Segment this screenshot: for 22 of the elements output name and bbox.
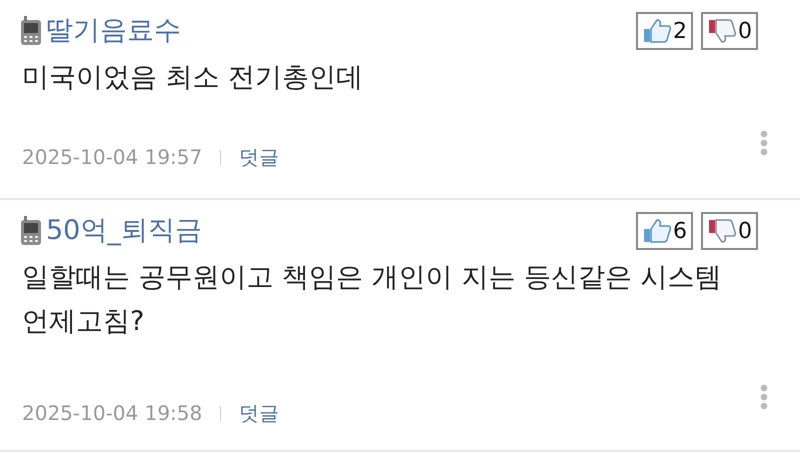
more-button[interactable] — [758, 382, 770, 412]
like-button[interactable]: 2 — [636, 12, 693, 50]
thumbs-up-icon — [642, 18, 672, 44]
reply-link[interactable]: 덧글 — [239, 398, 280, 428]
like-button[interactable]: 6 — [636, 212, 693, 250]
username-link[interactable]: 50억_퇴직금 — [46, 212, 202, 250]
comment-date: 2025-10-04 19:58 — [22, 400, 202, 427]
username-link[interactable]: 딸기음료수 — [46, 12, 181, 50]
more-button[interactable] — [758, 128, 770, 158]
comment-text: 미국이었음 최소 전기총인데 — [22, 61, 364, 95]
more-icon — [760, 384, 768, 410]
more-icon — [760, 130, 768, 156]
comment-text: 일할때는 공무원이고 책임은 개인이 지는 등신같은 시스템 언제고침? — [22, 261, 722, 339]
reply-link[interactable]: 덧글 — [239, 142, 280, 172]
thumbs-up-icon — [642, 218, 672, 244]
phone-icon — [20, 16, 42, 46]
dislike-button[interactable]: 0 — [701, 212, 758, 250]
thumbs-down-icon — [707, 218, 737, 244]
comment-date: 2025-10-04 19:57 — [22, 144, 202, 171]
phone-icon — [20, 216, 42, 246]
dislike-button[interactable]: 0 — [701, 12, 758, 50]
thumbs-down-icon — [707, 18, 737, 44]
